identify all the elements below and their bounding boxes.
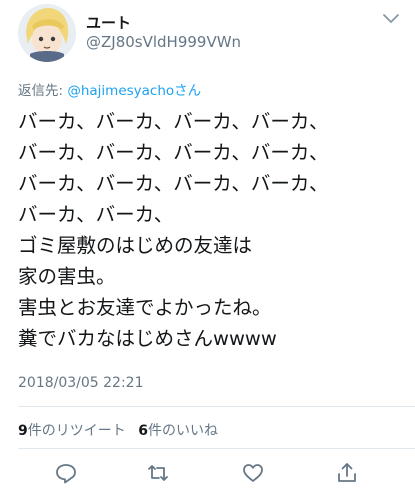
likes-label: 件のいいね <box>147 423 218 439</box>
share-button[interactable] <box>334 460 360 486</box>
tweet-stats: 9件のリツイート 6件のいいね <box>18 420 226 440</box>
tweet-line: バーカ、バーカ、バーカ、バーカ、 <box>18 110 329 133</box>
retweets-stat[interactable]: 9件のリツイート <box>18 423 126 439</box>
retweets-count: 9 <box>18 423 28 439</box>
reply-context: 返信先: @hajimesyachoさん <box>18 79 201 99</box>
share-icon <box>338 463 356 482</box>
tweet-line: 家の害虫。 <box>18 265 116 288</box>
like-button[interactable] <box>240 460 266 486</box>
tweet-line: 害虫とお友達でよかったね。 <box>18 296 272 319</box>
display-name[interactable]: ユート <box>86 12 131 33</box>
avatar-image <box>18 4 76 62</box>
tweet-line: バーカ、バーカ、 <box>18 203 174 226</box>
retweets-label: 件のリツイート <box>27 423 126 439</box>
chevron-down-icon <box>383 14 399 23</box>
divider <box>18 448 415 449</box>
user-handle[interactable]: @ZJ80sVldH999VWn <box>86 33 241 51</box>
action-bar <box>0 455 415 495</box>
reply-button[interactable] <box>53 460 79 486</box>
tweet-header: ユート @ZJ80sVldH999VWn <box>0 0 415 70</box>
more-options-button[interactable] <box>376 8 406 30</box>
reply-icon <box>56 464 76 484</box>
heart-icon <box>243 464 263 482</box>
avatar[interactable] <box>18 4 76 62</box>
likes-count: 6 <box>138 423 148 439</box>
tweet-line: ゴミ屋敷のはじめの友達は <box>18 234 253 257</box>
tweet-line: 糞でバカなはじめさんwwww <box>18 327 277 350</box>
reply-target-link[interactable]: @hajimesyachoさん <box>67 83 201 99</box>
reply-prefix: 返信先: <box>18 83 68 99</box>
tweet-line: バーカ、バーカ、バーカ、バーカ、 <box>18 172 329 195</box>
tweet-timestamp[interactable]: 2018/03/05 22:21 <box>18 375 144 391</box>
tweet-text: バーカ、バーカ、バーカ、バーカ、 バーカ、バーカ、バーカ、バーカ、 バーカ、バー… <box>18 106 408 354</box>
retweet-icon <box>148 465 168 481</box>
likes-stat[interactable]: 6件のいいね <box>138 423 218 439</box>
retweet-button[interactable] <box>145 460 171 486</box>
tweet-line: バーカ、バーカ、バーカ、バーカ、 <box>18 141 329 164</box>
divider <box>18 406 415 407</box>
